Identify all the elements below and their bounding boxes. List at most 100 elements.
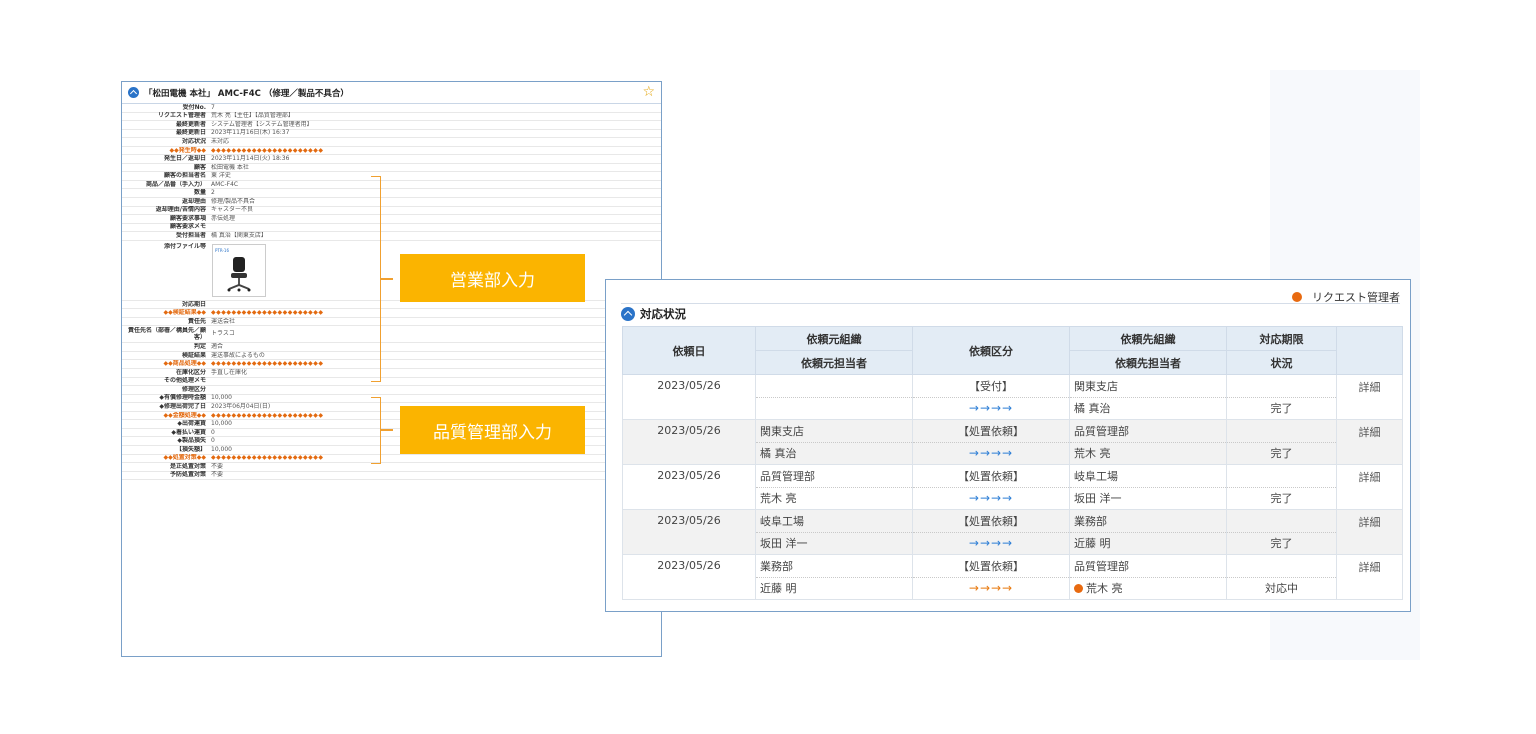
status-entry: 2023/05/26 岐阜工場 【処置依頼】 業務部 詳細 坂田 洋一 →→→→ 近藤 明 完了 <box>622 509 1403 555</box>
form-row-value: 東 洋史 <box>211 172 231 180</box>
state: 完了 <box>1226 487 1337 510</box>
form-row-label: 対応期日 <box>181 300 206 308</box>
form-row: 最終更新日 2023年11月16日(木) 16:37 <box>122 129 661 139</box>
detail-link[interactable]: 詳細 <box>1336 509 1403 555</box>
form-row-value: 修理/製品不具合 <box>211 197 256 205</box>
flow-arrows-icon: →→→→ <box>912 442 1070 465</box>
to-person-cell: 近藤 明 <box>1069 532 1227 555</box>
detail-link[interactable]: 詳細 <box>1336 464 1403 510</box>
form-row-label: 是正処置対策 <box>169 462 206 470</box>
form-row-value: 橘 真治【関東支店】 <box>211 231 267 239</box>
form-row-value: 2 <box>211 189 215 197</box>
form-row-label: ◆◆処置対策◆◆ <box>163 454 206 462</box>
deadline <box>1226 509 1337 533</box>
to-person: 荒木 亮 <box>1086 582 1123 596</box>
request-manager-dot-icon <box>1074 584 1083 594</box>
form-row-value: 未対応 <box>211 137 230 145</box>
detail-link[interactable]: 詳細 <box>1336 419 1403 465</box>
to-person: 近藤 明 <box>1074 537 1111 551</box>
deadline <box>1226 464 1337 488</box>
sales-bracket <box>371 176 381 382</box>
sales-input-callout: 営業部入力 <box>400 254 585 302</box>
form-row-label: 最終更新者 <box>175 120 206 128</box>
from-person: 坂田 洋一 <box>755 532 913 555</box>
form-row-value: 運送事故によるもの <box>211 351 265 359</box>
form-row-label: 責任先名（部署／構員先／顧客） <box>127 327 206 342</box>
form-row-value: 0 <box>211 437 215 445</box>
request-date: 2023/05/26 <box>622 374 756 420</box>
form-row-value: 7 <box>211 103 215 111</box>
form-row-value: 手直し在庫化 <box>211 368 248 376</box>
form-row-label: ◆製品損失 <box>177 437 206 445</box>
col-header-type: 依頼区分 <box>912 326 1070 375</box>
form-row: 是正処置対策 不要 <box>122 463 661 472</box>
status-entry: 2023/05/26 業務部 【処置依頼】 品質管理部 詳細 近藤 明 →→→→ 荒木 亮 対応… <box>622 554 1403 600</box>
form-row: 顧客 松田電機 本社 <box>122 164 661 173</box>
form-row-label: 顧客要求事項 <box>169 214 206 222</box>
form-row: リクエスト管理者 荒木 亮【主任】【品質管理部】 <box>122 112 661 122</box>
form-row: 顧客要求メモ <box>122 223 661 233</box>
request-date: 2023/05/26 <box>622 419 756 465</box>
form-row-value: 松田電機 本社 <box>211 163 249 171</box>
form-row: 顧客の担当者名東 洋史 <box>122 172 661 181</box>
form-row: ◆有償修理時金額 10,000 <box>122 394 661 404</box>
flow-arrows-icon: →→→→ <box>912 532 1070 555</box>
collapse-icon[interactable] <box>621 306 635 321</box>
status-table: 依頼日 依頼元組織 依頼区分 依頼先組織 対応期限 依頼元担当者 依頼先担当者 … <box>622 326 1403 600</box>
form-row-label: その他処理メモ <box>163 377 206 385</box>
detail-link[interactable]: 詳細 <box>1336 374 1403 420</box>
form-row-value: ◆◆◆◆◆◆◆◆◆◆◆◆◆◆◆◆◆◆◆◆◆◆ <box>211 411 324 419</box>
to-person-cell: 橘 真治 <box>1069 397 1227 420</box>
form-row-label: 在庫化区分 <box>175 368 206 376</box>
form-header: 「松田電機 本社」 AMC-F4C （修理／製品不具合） ☆ <box>122 82 661 104</box>
form-row: 在庫化区分 手直し在庫化 <box>122 369 661 378</box>
form-row: 予防処置対策 不要 <box>122 471 661 481</box>
to-org: 品質管理部 <box>1069 554 1227 578</box>
request-date: 2023/05/26 <box>622 464 756 510</box>
quality-input-callout: 品質管理部入力 <box>400 406 585 454</box>
request-type: 【処置依頼】 <box>912 554 1070 578</box>
form-row-value: 赤伝処理 <box>211 214 236 222</box>
form-row-value: 不要 <box>211 471 224 479</box>
form-row-value: システム管理者【システム管理者用】 <box>211 120 313 128</box>
collapse-icon[interactable] <box>128 87 139 98</box>
form-row-value: AMC-F4C <box>211 180 239 188</box>
state: 対応中 <box>1226 577 1337 600</box>
attachment-image[interactable]: PTR-16 <box>212 243 266 297</box>
col-header-from-person: 依頼元担当者 <box>755 350 913 375</box>
from-org <box>755 374 913 398</box>
form-row-label: ◆出荷運賃 <box>177 420 206 428</box>
sales-bracket-tick <box>381 278 393 280</box>
form-row-label: ◆着払い運賃 <box>171 428 206 436</box>
flow-arrows-icon: →→→→ <box>912 487 1070 510</box>
form-row: 商品／品番（手入力） AMC-F4C <box>122 181 661 190</box>
request-type: 【処置依頼】 <box>912 464 1070 488</box>
form-row-label: ◆◆金額処理◆◆ <box>163 411 206 419</box>
form-row-value: 適合 <box>211 343 224 351</box>
form-row-value: トラスコ <box>211 330 235 338</box>
form-row-value: 10,000 <box>211 394 232 402</box>
status-entry: 2023/05/26 品質管理部 【処置依頼】 岐阜工場 詳細 荒木 亮 →→→→ 坂田 洋一… <box>622 464 1403 510</box>
form-row-value: 運送会社 <box>211 317 236 325</box>
form-row: 対応期日 <box>122 301 661 310</box>
form-row: 返却理由 修理/製品不具合 <box>122 198 661 207</box>
form-row-label: 対応状況 <box>181 137 206 145</box>
form-row-label: ◆◆検証結果◆◆ <box>163 309 206 317</box>
form-row-label: 数量 <box>193 189 206 197</box>
to-org: 品質管理部 <box>1069 419 1227 443</box>
flow-arrows-icon: →→→→ <box>912 577 1070 600</box>
form-row-value: 2023年11月14日(火) 18:36 <box>211 155 290 163</box>
form-row-label: 予防処置対策 <box>169 471 206 479</box>
to-org: 岐阜工場 <box>1069 464 1227 488</box>
screenshot-stage: 「松田電機 本社」 AMC-F4C （修理／製品不具合） ☆ 受付No. 7 リクエ… <box>0 0 1536 734</box>
detail-link[interactable]: 詳細 <box>1336 554 1403 600</box>
form-row-label: 発生日／返却日 <box>163 155 206 163</box>
form-row: 受付担当者橘 真治【関東支店】 <box>122 232 661 241</box>
star-icon[interactable]: ☆ <box>642 84 655 100</box>
form-row-value: 0 <box>211 428 215 436</box>
from-org: 業務部 <box>755 554 913 578</box>
col-header-from-org: 依頼元組織 <box>755 326 913 351</box>
request-type: 【受付】 <box>912 374 1070 398</box>
form-row: ◆◆検証結果◆◆ ◆◆◆◆◆◆◆◆◆◆◆◆◆◆◆◆◆◆◆◆◆◆ <box>122 309 661 318</box>
deadline <box>1226 374 1337 398</box>
